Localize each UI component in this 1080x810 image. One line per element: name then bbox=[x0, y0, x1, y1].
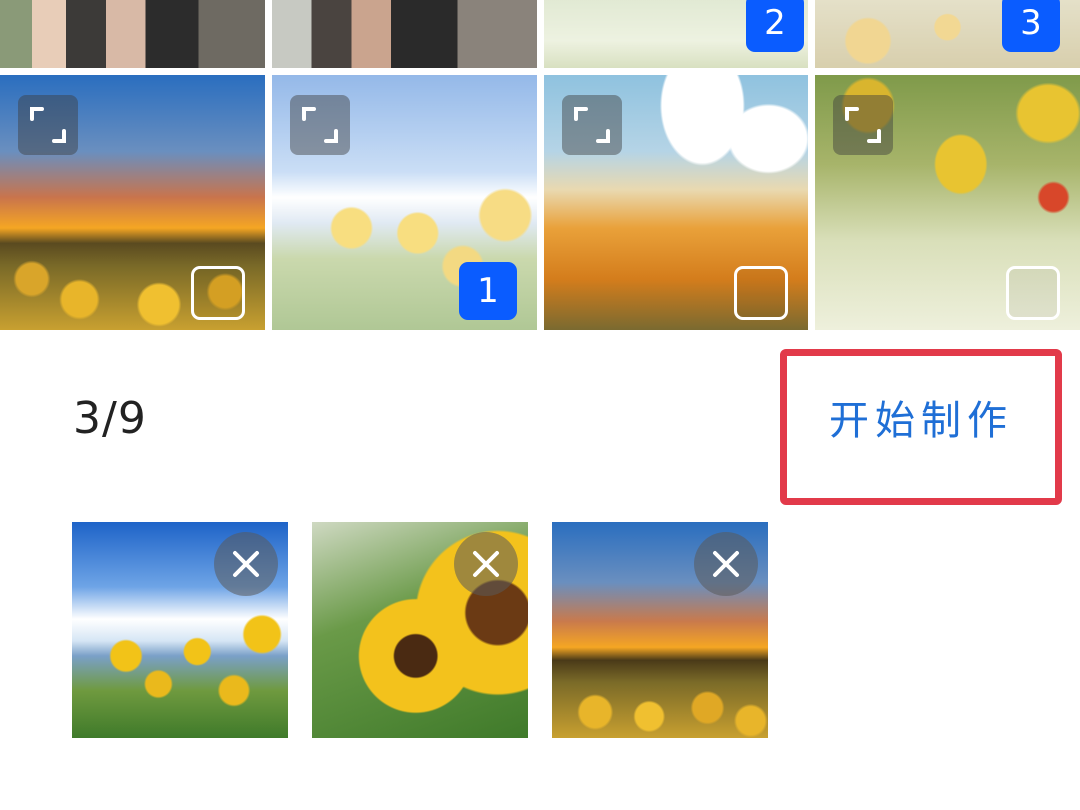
select-checkbox[interactable] bbox=[191, 266, 245, 320]
start-making-button[interactable]: 开始制作 bbox=[787, 356, 1055, 498]
expand-icon[interactable] bbox=[290, 95, 350, 155]
photo-cell[interactable] bbox=[544, 75, 808, 330]
photo-cell[interactable]: 2 bbox=[544, 0, 808, 68]
selection-number-badge[interactable]: 3 bbox=[1002, 0, 1060, 52]
start-button-highlight: 开始制作 bbox=[780, 349, 1062, 505]
remove-button[interactable] bbox=[694, 532, 758, 596]
selected-thumbnail[interactable] bbox=[72, 522, 288, 738]
photo-thumbnail bbox=[272, 0, 537, 68]
close-icon bbox=[713, 551, 739, 577]
photo-cell[interactable] bbox=[0, 75, 265, 330]
close-icon bbox=[473, 551, 499, 577]
selection-number-badge[interactable]: 2 bbox=[746, 0, 804, 52]
close-icon bbox=[233, 551, 259, 577]
selected-thumbnail[interactable] bbox=[552, 522, 768, 738]
photo-cell[interactable]: 1 bbox=[272, 75, 537, 330]
expand-icon[interactable] bbox=[562, 95, 622, 155]
photo-cell[interactable] bbox=[272, 0, 537, 68]
remove-button[interactable] bbox=[214, 532, 278, 596]
photo-cell[interactable] bbox=[815, 75, 1080, 330]
photo-cell[interactable]: 3 bbox=[815, 0, 1080, 68]
photo-cell[interactable] bbox=[0, 0, 265, 68]
photo-grid: 2 3 1 bbox=[0, 0, 1080, 330]
select-checkbox[interactable] bbox=[1006, 266, 1060, 320]
selection-number-badge[interactable]: 1 bbox=[459, 262, 517, 320]
expand-icon[interactable] bbox=[833, 95, 893, 155]
photo-thumbnail bbox=[0, 0, 265, 68]
remove-button[interactable] bbox=[454, 532, 518, 596]
selection-counter: 3/9 bbox=[73, 393, 147, 444]
select-checkbox[interactable] bbox=[734, 266, 788, 320]
expand-icon[interactable] bbox=[18, 95, 78, 155]
selected-thumbnail[interactable] bbox=[312, 522, 528, 738]
